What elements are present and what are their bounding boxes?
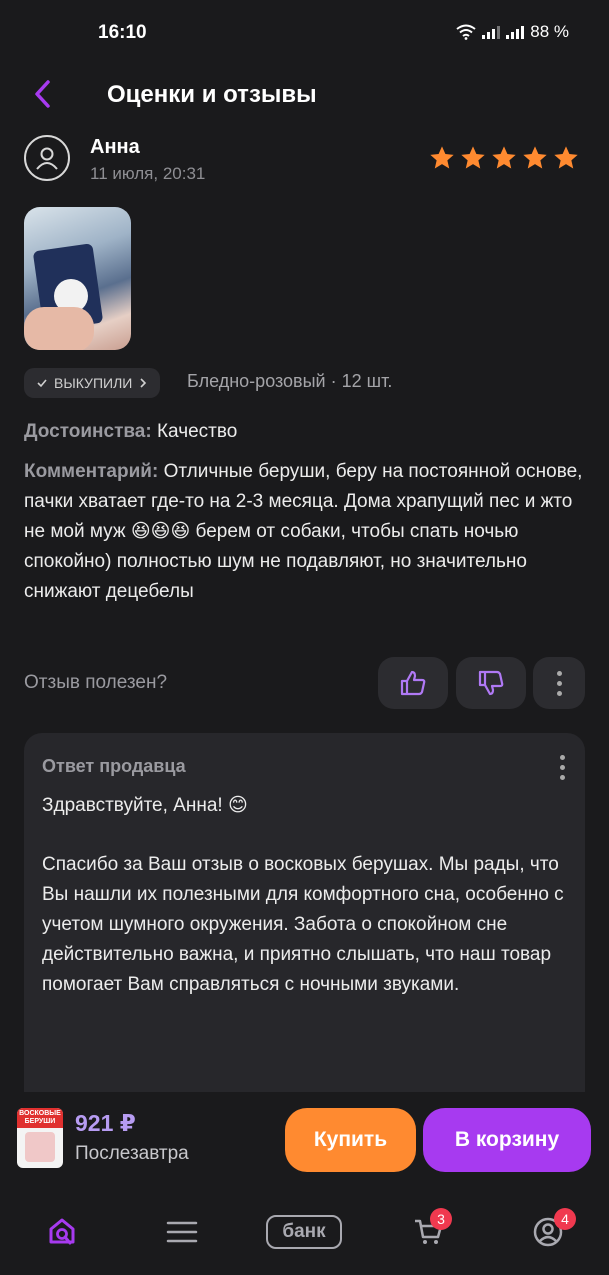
page-title: Оценки и отзывы <box>107 81 317 108</box>
home-search-icon <box>49 1218 75 1245</box>
helpful-question: Отзыв полезен? <box>24 672 168 693</box>
buy-button[interactable]: Купить <box>285 1108 416 1172</box>
purchased-label: ВЫКУПИЛИ <box>54 375 133 391</box>
cart-badge: 3 <box>430 1208 452 1230</box>
product-variant: Бледно-розовый · 12 шт. <box>187 371 393 391</box>
star-icon <box>461 146 485 169</box>
status-time: 16:10 <box>98 22 147 43</box>
star-icon <box>554 146 578 169</box>
advantages-text: Качество <box>156 421 238 442</box>
review-date: 11 июля, 20:31 <box>90 164 206 183</box>
nav-catalog[interactable] <box>160 1210 204 1254</box>
back-arrow-icon <box>35 80 50 108</box>
comment-label: Комментарий: <box>24 461 159 482</box>
more-vertical-icon <box>556 670 562 696</box>
review-author: Анна <box>90 136 140 158</box>
user-avatar-icon <box>24 135 70 181</box>
catalog-icon <box>166 1221 198 1243</box>
check-icon <box>37 379 47 388</box>
profile-badge: 4 <box>554 1208 576 1230</box>
review-comment: Комментарий: Отличные беруши, беру на по… <box>24 457 589 607</box>
nav-bank[interactable]: банк <box>266 1215 342 1249</box>
star-icon <box>430 146 454 169</box>
purchased-chip[interactable]: ВЫКУПИЛИ <box>24 368 161 398</box>
dislike-button[interactable] <box>456 657 526 709</box>
signal-icon <box>482 25 501 39</box>
thumb-text: ВОСКОВЫЕ БЕРУШИ <box>17 1108 63 1128</box>
comment-text: Отличные беруши, беру на постоянной осно… <box>24 461 583 602</box>
advantages: Достоинства: Качество <box>24 421 237 443</box>
like-button[interactable] <box>378 657 448 709</box>
rating-stars <box>428 144 580 172</box>
product-price: 921 ₽ <box>75 1110 136 1136</box>
seller-reply-title: Ответ продавца <box>42 756 186 776</box>
thumbs-up-icon <box>400 670 426 696</box>
battery-text: 88 % <box>530 22 569 41</box>
add-to-cart-button[interactable]: В корзину <box>423 1108 591 1172</box>
advantages-label: Достоинства: <box>24 421 152 442</box>
product-thumbnail[interactable]: ВОСКОВЫЕ БЕРУШИ <box>17 1108 63 1168</box>
star-icon <box>523 146 547 169</box>
thumbs-down-icon <box>478 670 504 696</box>
star-icon <box>492 146 516 169</box>
wifi-icon <box>456 24 476 40</box>
review-more-button[interactable] <box>533 657 585 709</box>
delivery-date: Послезавтра <box>75 1143 189 1164</box>
more-vertical-icon <box>559 754 565 780</box>
status-icons: 88 % <box>456 22 569 42</box>
nav-home[interactable] <box>40 1210 84 1254</box>
seller-reply-greeting: Здравствуйте, Анна! 😊 <box>42 795 248 816</box>
seller-reply-body: Спасибо за Ваш отзыв о восковых берушах.… <box>42 854 564 995</box>
chevron-right-icon <box>140 378 147 388</box>
back-button[interactable] <box>26 78 58 110</box>
signal-icon-2 <box>506 25 525 39</box>
seller-reply-more-button[interactable] <box>551 750 573 784</box>
review-photo[interactable] <box>24 207 131 350</box>
